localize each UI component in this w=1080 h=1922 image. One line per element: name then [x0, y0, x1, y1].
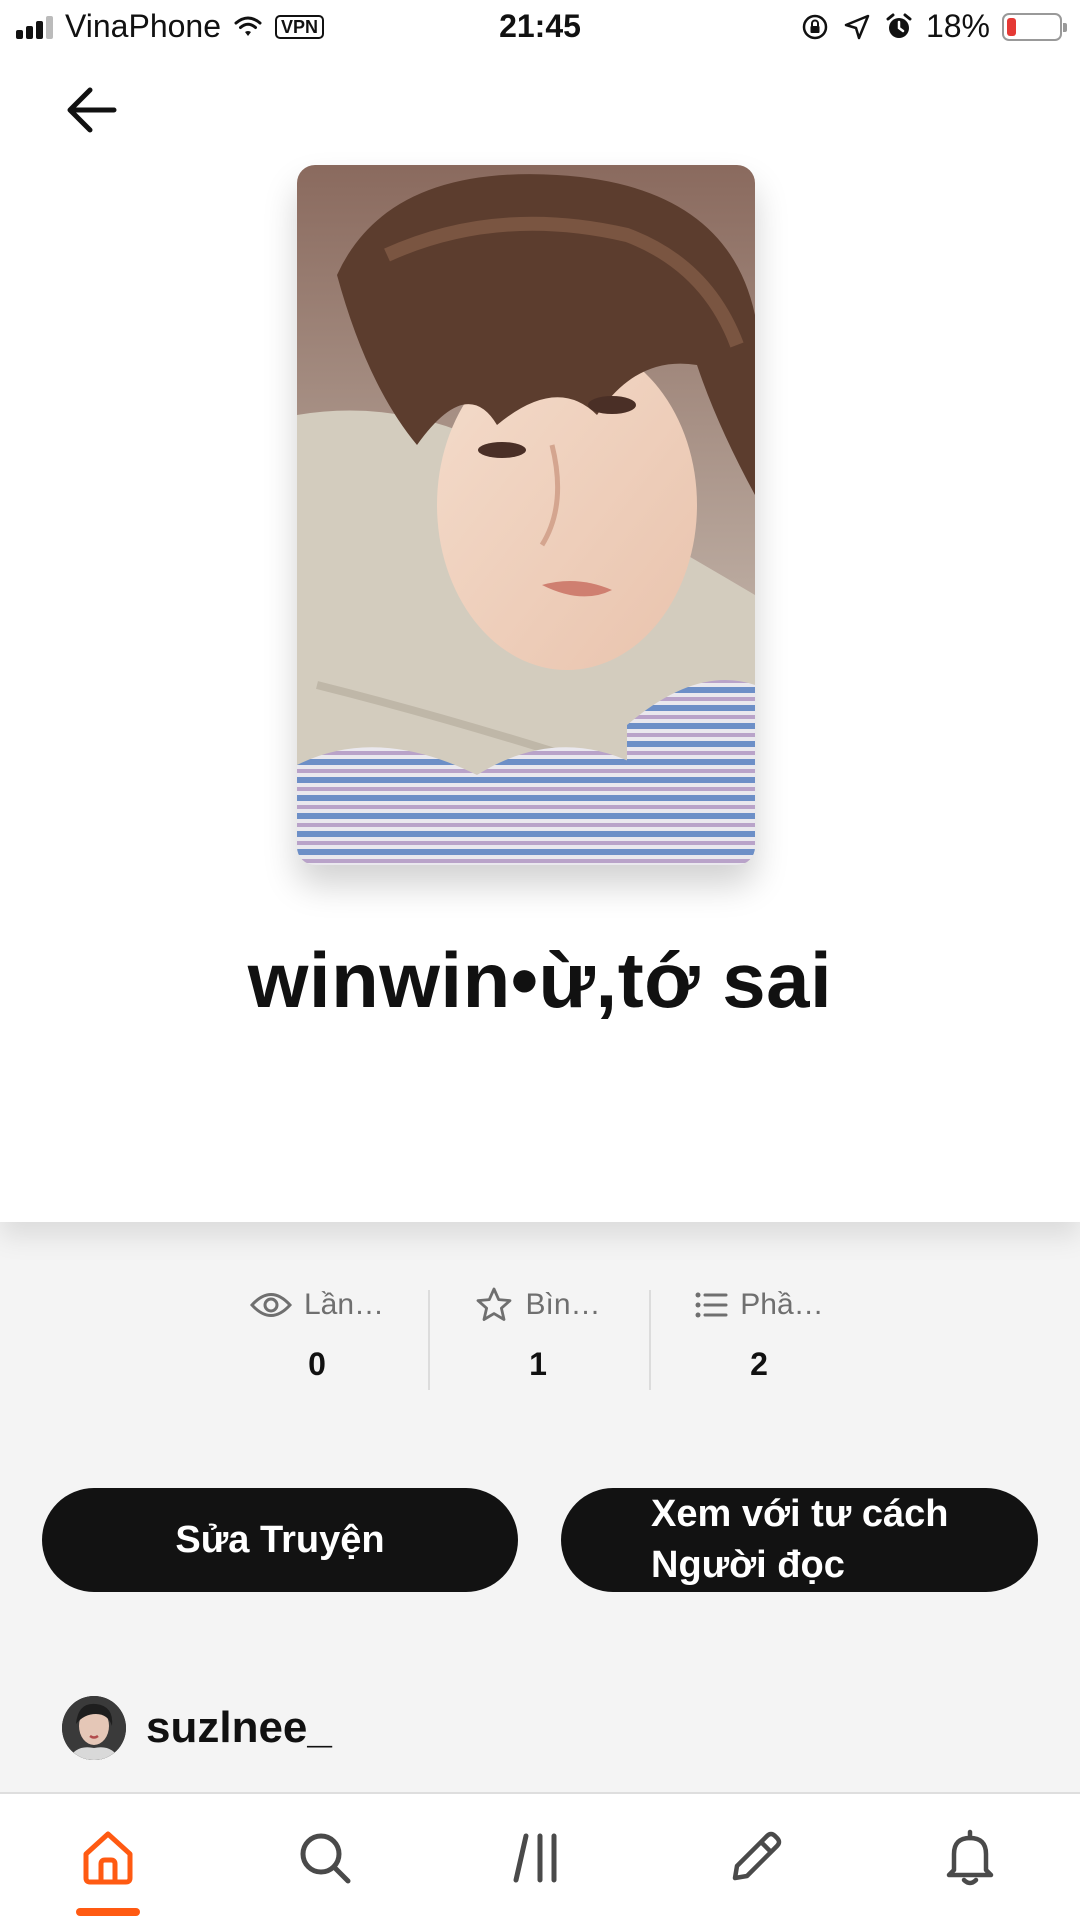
- story-stats: Lần… 0 Bìn… 1 Phầ… 2: [0, 1280, 1080, 1390]
- cover-photo: [297, 165, 755, 865]
- nav-notifications[interactable]: [930, 1818, 1010, 1898]
- avatar-image: [62, 1696, 126, 1760]
- battery-level: [1007, 17, 1016, 36]
- eye-icon: [249, 1293, 292, 1317]
- story-title: winwin•ừ,tớ sai: [247, 936, 833, 1024]
- battery-icon: [1002, 12, 1067, 41]
- bottom-navigation: [0, 1792, 1080, 1922]
- story-cover-image[interactable]: [297, 165, 755, 865]
- stat-parts-label: Phầ…: [740, 1288, 824, 1321]
- star-icon: [477, 1287, 512, 1321]
- view-as-reader-line2: Người đọc: [651, 1544, 845, 1586]
- stat-reads-value: 0: [308, 1346, 326, 1382]
- bell-icon: [946, 1829, 994, 1886]
- list-icon: [695, 1292, 728, 1318]
- status-right: 18%: [800, 8, 1067, 45]
- arrow-left-icon: [67, 87, 117, 133]
- back-button[interactable]: [60, 78, 124, 142]
- nav-active-indicator: [76, 1908, 140, 1916]
- location-icon: [844, 14, 870, 39]
- nav-search[interactable]: [285, 1818, 365, 1898]
- view-as-reader-label: Xem với tư cách Người đọc: [651, 1489, 948, 1591]
- nav-library[interactable]: [500, 1818, 580, 1898]
- library-icon: [513, 1833, 557, 1883]
- alarm-icon: [886, 13, 912, 38]
- stat-parts-value: 2: [750, 1346, 768, 1382]
- stat-votes[interactable]: Bìn… 1: [428, 1280, 648, 1383]
- nav-home[interactable]: [68, 1818, 148, 1898]
- edit-story-button[interactable]: Sửa Truyện: [42, 1488, 518, 1592]
- avatar[interactable]: [62, 1696, 126, 1760]
- search-icon: [300, 1833, 351, 1884]
- view-as-reader-line1: Xem với tư cách: [651, 1493, 949, 1535]
- battery-percent: 18%: [925, 8, 990, 44]
- author-row[interactable]: suzlnee_: [62, 1696, 332, 1760]
- view-as-reader-button[interactable]: Xem với tư cách Người đọc: [561, 1488, 1038, 1592]
- status-bar: VinaPhone VPN 21:45 18%: [0, 0, 1080, 56]
- nav-write[interactable]: [715, 1818, 795, 1898]
- stat-votes-value: 1: [529, 1346, 547, 1382]
- stat-votes-label: Bìn…: [525, 1288, 601, 1321]
- stat-reads[interactable]: Lần… 0: [207, 1280, 427, 1383]
- edit-story-label: Sửa Truyện: [175, 1518, 385, 1561]
- author-username: suzlnee_: [146, 1703, 332, 1752]
- stat-reads-label: Lần…: [303, 1288, 385, 1321]
- rotation-lock-icon: [802, 14, 828, 39]
- home-icon: [83, 1831, 133, 1885]
- stat-parts[interactable]: Phầ… 2: [649, 1280, 869, 1383]
- write-icon: [732, 1831, 782, 1881]
